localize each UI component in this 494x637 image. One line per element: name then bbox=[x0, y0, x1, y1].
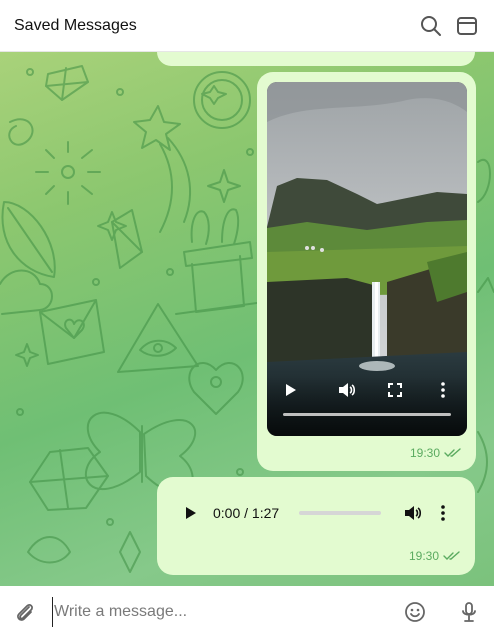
fullscreen-icon[interactable] bbox=[385, 380, 405, 400]
audio-player[interactable]: 0:00 / 1:27 bbox=[177, 495, 457, 531]
video-volume-icon[interactable] bbox=[337, 380, 357, 400]
chat-header: Saved Messages bbox=[0, 0, 494, 52]
sidebar-panel-icon[interactable] bbox=[454, 13, 480, 39]
paperclip-icon[interactable] bbox=[12, 599, 38, 625]
video-play-icon[interactable] bbox=[281, 380, 301, 400]
audio-message-meta: 19:30 bbox=[409, 549, 461, 563]
audio-progress-bar[interactable] bbox=[299, 511, 381, 515]
message-composer bbox=[0, 586, 494, 637]
video-progress-bar[interactable] bbox=[283, 413, 451, 416]
audio-play-icon[interactable] bbox=[177, 499, 205, 527]
microphone-icon[interactable] bbox=[456, 599, 482, 625]
video-player[interactable] bbox=[267, 82, 467, 436]
double-check-icon bbox=[444, 448, 461, 457]
emoji-icon[interactable] bbox=[402, 599, 428, 625]
audio-message-bubble[interactable]: 0:00 / 1:27 19:30 bbox=[157, 477, 475, 575]
audio-volume-icon[interactable] bbox=[401, 501, 425, 525]
message-time: 19:30 bbox=[409, 446, 440, 460]
message-time: 19:30 bbox=[408, 549, 439, 563]
chat-title: Saved Messages bbox=[14, 16, 137, 34]
video-more-options-icon[interactable] bbox=[433, 380, 453, 400]
search-icon[interactable] bbox=[418, 13, 444, 39]
audio-more-options-icon[interactable] bbox=[433, 501, 453, 525]
audio-time-display: 0:00 / 1:27 bbox=[213, 505, 280, 521]
double-check-icon bbox=[443, 551, 460, 560]
chat-area[interactable]: 19:30 0:00 / 1:27 19:30 bbox=[0, 52, 494, 586]
video-message-bubble[interactable]: 19:30 bbox=[257, 72, 476, 471]
video-message-meta: 19:30 bbox=[410, 446, 462, 460]
message-input[interactable] bbox=[52, 596, 394, 627]
previous-message-bubble[interactable] bbox=[157, 52, 475, 66]
